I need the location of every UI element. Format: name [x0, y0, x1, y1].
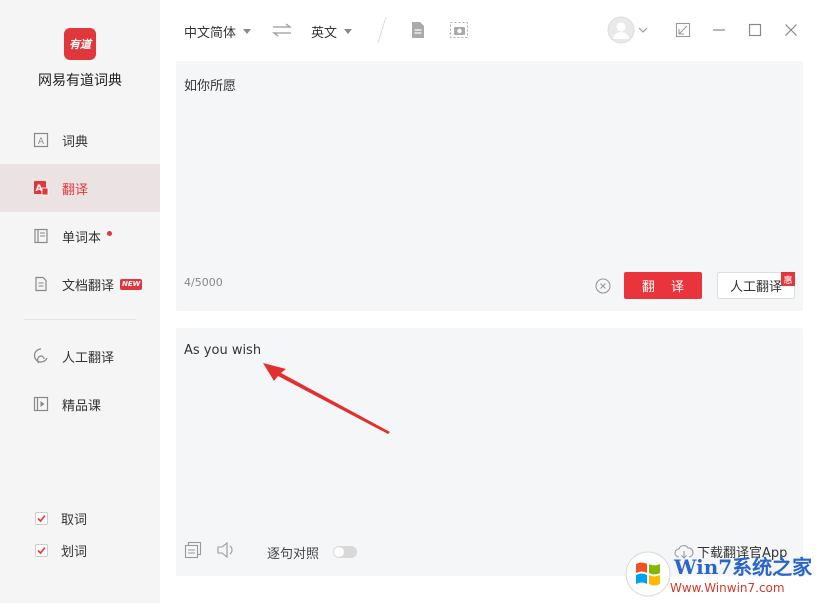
select-word-checkbox[interactable]: [35, 544, 48, 557]
cloud-download-icon: [674, 544, 694, 559]
capture-word-checkbox[interactable]: [35, 512, 48, 525]
source-language-select[interactable]: 中文简体: [184, 22, 252, 41]
option-label: 取词: [61, 513, 88, 528]
file-icon: [412, 22, 424, 38]
target-language-label: 英文: [311, 26, 338, 41]
sidebar-item-label: 精品课: [62, 398, 102, 414]
minimize-button[interactable]: [709, 20, 729, 40]
download-app-link[interactable]: 下载翻译官App: [674, 542, 787, 561]
chevron-down-icon: [243, 29, 252, 34]
discount-badge: 惠: [781, 272, 795, 286]
mini-mode-button[interactable]: [673, 20, 693, 40]
toggle-knob: [334, 547, 344, 557]
shrink-icon: [675, 22, 691, 38]
human-translation-label: 人工翻译: [729, 280, 782, 295]
swap-icon: [272, 23, 292, 37]
svg-text:A: A: [36, 184, 43, 194]
swap-languages-button[interactable]: [272, 20, 292, 40]
app-logo: 有道: [64, 28, 96, 60]
wordbook-icon: [32, 227, 50, 245]
option-capture-word[interactable]: 取词: [35, 509, 87, 528]
top-toolbar: 中文简体 英文: [160, 0, 822, 60]
user-avatar[interactable]: [607, 16, 635, 44]
translate-button[interactable]: 翻 译: [624, 272, 702, 299]
sentence-compare-label: 逐句对照: [267, 547, 320, 562]
svg-text:A: A: [38, 137, 45, 147]
option-label: 划词: [61, 545, 88, 560]
translation-result-area: As you wish 逐句对照 下载翻译官App: [176, 328, 803, 576]
avatar-icon: [607, 16, 635, 44]
close-button[interactable]: [781, 20, 801, 40]
maximize-button[interactable]: [745, 20, 765, 40]
chevron-down-icon: [638, 27, 648, 33]
camera-icon: [450, 22, 468, 38]
copy-icon: [184, 541, 202, 559]
check-icon: [37, 546, 46, 555]
sidebar-item-document-translate[interactable]: 文档翻译 NEW: [0, 260, 160, 308]
course-icon: [32, 395, 50, 413]
source-text-area[interactable]: 如你所愿 4/5000 翻 译 人工翻译 惠: [176, 61, 803, 311]
close-icon: [785, 24, 797, 36]
speaker-icon: [217, 541, 233, 559]
sidebar-item-course[interactable]: 精品课: [0, 380, 160, 428]
notification-dot: [107, 230, 113, 236]
document-translate-button[interactable]: [408, 20, 428, 40]
sidebar-divider: [24, 319, 136, 320]
pronounce-button[interactable]: [216, 541, 236, 561]
chevron-down-icon: [344, 29, 353, 34]
target-language-select[interactable]: 英文: [311, 22, 353, 41]
sidebar-item-label: 翻译: [62, 182, 89, 198]
copy-button[interactable]: [184, 541, 204, 561]
sidebar-item-label: 人工翻译: [62, 350, 115, 366]
sidebar-item-translate[interactable]: A 翻译: [0, 164, 160, 212]
maximize-icon: [748, 23, 762, 37]
brand-name: 网易有道词典: [38, 73, 122, 89]
sidebar: 有道 网易有道词典 A 词典 A 翻译 单词本 文档翻译 NEW 人工翻译 精品…: [0, 0, 160, 603]
source-language-label: 中文简体: [184, 26, 237, 41]
new-badge: NEW: [120, 278, 143, 290]
account-menu-button[interactable]: [638, 20, 648, 40]
source-text[interactable]: 如你所愿: [184, 75, 236, 94]
sidebar-item-human-translation[interactable]: 人工翻译: [0, 332, 160, 380]
sidebar-item-wordbook[interactable]: 单词本: [0, 212, 160, 260]
option-select-word[interactable]: 划词: [35, 541, 87, 560]
screenshot-translate-button[interactable]: [449, 20, 469, 40]
sentence-compare-toggle[interactable]: [333, 546, 357, 558]
clear-input-button[interactable]: [595, 278, 611, 294]
character-count: 4/5000: [184, 276, 223, 289]
human-translation-icon: [32, 347, 50, 365]
sidebar-item-label: 单词本: [62, 230, 102, 246]
document-icon: [32, 275, 50, 293]
check-icon: [37, 514, 46, 523]
clear-icon: [595, 278, 611, 294]
translation-result-text: As you wish: [184, 343, 262, 358]
minimize-icon: [713, 29, 725, 31]
sidebar-item-dictionary[interactable]: A 词典: [0, 116, 160, 164]
watermark-url: Www.Winwin7.com: [670, 581, 785, 595]
dictionary-icon: A: [32, 131, 50, 149]
human-translation-button[interactable]: 人工翻译 惠: [717, 272, 795, 299]
app-window: 有道 网易有道词典 A 词典 A 翻译 单词本 文档翻译 NEW 人工翻译 精品…: [0, 0, 822, 603]
toolbar-separator: [377, 16, 387, 44]
sidebar-item-label: 词典: [62, 134, 89, 150]
download-app-label: 下载翻译官App: [697, 546, 788, 561]
translate-icon: A: [32, 179, 50, 197]
sidebar-item-label: 文档翻译: [62, 278, 115, 294]
